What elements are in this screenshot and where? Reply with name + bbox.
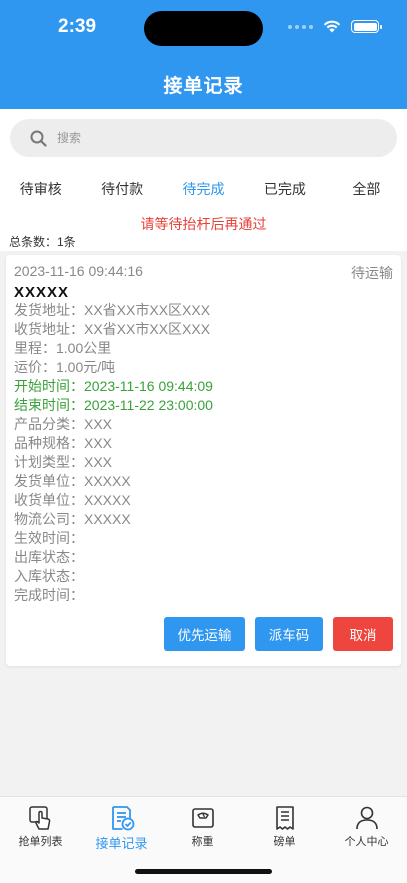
- tabbar-label: 接单记录: [95, 836, 148, 851]
- outbound-status: 出库状态：: [14, 549, 84, 565]
- completion-time: 完成时间：: [14, 587, 84, 603]
- freight-price: 运价：1.00元/吨: [14, 359, 116, 375]
- status-icons: [288, 20, 382, 33]
- gate-notice: 请等待抬杆后再通过: [140, 216, 267, 232]
- tabbar-label: 磅单: [273, 836, 296, 848]
- order-card[interactable]: 2023-11-16 09:44:16 待运输 XXXXX 发货地址：XX省XX…: [6, 255, 401, 666]
- tab-pending-completion[interactable]: 待完成: [163, 169, 244, 209]
- order-status-badge: 待运输: [351, 265, 393, 281]
- priority-transport-button[interactable]: 优先运输: [164, 617, 245, 651]
- product-category: 产品分类：XXX: [14, 416, 113, 432]
- tabbar-profile[interactable]: 个人中心: [326, 805, 407, 849]
- search-section: [0, 109, 407, 169]
- tab-all[interactable]: 全部: [326, 169, 407, 209]
- tabbar-label: 称重: [191, 836, 214, 848]
- tab-completed[interactable]: 已完成: [244, 169, 325, 209]
- document-check-icon: [111, 806, 134, 831]
- tabbar-grab-orders[interactable]: 抢单列表: [0, 805, 81, 849]
- wifi-icon: [323, 20, 341, 33]
- page-title: 接单记录: [163, 76, 244, 97]
- dynamic-island: [144, 11, 263, 46]
- notice-area: 请等待抬杆后再通过 总条数：1条: [0, 209, 407, 251]
- plan-type: 计划类型：XXX: [14, 454, 113, 470]
- scale-icon: [191, 808, 214, 828]
- signal-icon: [288, 24, 313, 29]
- ship-address: 发货地址：XX省XX市XX区XXX: [14, 302, 211, 318]
- tab-pending-payment[interactable]: 待付款: [81, 169, 162, 209]
- inbound-status: 入库状态：: [14, 568, 84, 584]
- receipt-icon: [275, 806, 294, 830]
- app-header: 2:39 接单记录: [0, 0, 407, 109]
- start-time: 开始时间：2023-11-16 09:44:09: [14, 378, 213, 394]
- status-time: 2:39: [58, 16, 97, 37]
- card-actions: 优先运输 派车码 取消: [164, 617, 393, 651]
- product-spec: 品种规格：XXX: [14, 435, 113, 451]
- battery-icon: [351, 20, 382, 33]
- end-time: 结束时间：2023-11-22 23:00:00: [14, 397, 213, 413]
- order-datetime: 2023-11-16 09:44:16: [14, 263, 143, 279]
- home-indicator: [135, 869, 272, 874]
- tabbar-weighing[interactable]: 称重: [162, 805, 243, 849]
- receive-unit: 收货单位：XXXXX: [14, 492, 131, 508]
- effective-time: 生效时间：: [14, 530, 84, 546]
- tabbar-label: 抢单列表: [18, 836, 63, 848]
- tab-pending-review[interactable]: 待审核: [0, 169, 81, 209]
- status-tabs: 待审核 待付款 待完成 已完成 全部: [0, 169, 407, 209]
- cancel-button[interactable]: 取消: [333, 617, 393, 651]
- total-count: 总条数：1条: [9, 235, 76, 249]
- hand-pointer-icon: [28, 806, 50, 830]
- person-icon: [355, 806, 378, 830]
- receive-address: 收货地址：XX省XX市XX区XXX: [14, 321, 211, 337]
- order-title: XXXXX: [14, 284, 70, 301]
- logistics-company: 物流公司：XXXXX: [14, 511, 131, 527]
- tabbar-order-records[interactable]: 接单记录: [81, 805, 162, 852]
- tabbar-label: 个人中心: [344, 836, 389, 848]
- dispatch-code-button[interactable]: 派车码: [255, 617, 323, 651]
- tabbar-weigh-tickets[interactable]: 磅单: [244, 805, 325, 849]
- mileage: 里程：1.00公里: [14, 340, 112, 356]
- search-bar[interactable]: [10, 119, 397, 157]
- search-input[interactable]: [57, 131, 357, 145]
- status-bar: 2:39: [0, 0, 407, 54]
- ship-unit: 发货单位：XXXXX: [14, 473, 131, 489]
- search-icon: [30, 130, 47, 147]
